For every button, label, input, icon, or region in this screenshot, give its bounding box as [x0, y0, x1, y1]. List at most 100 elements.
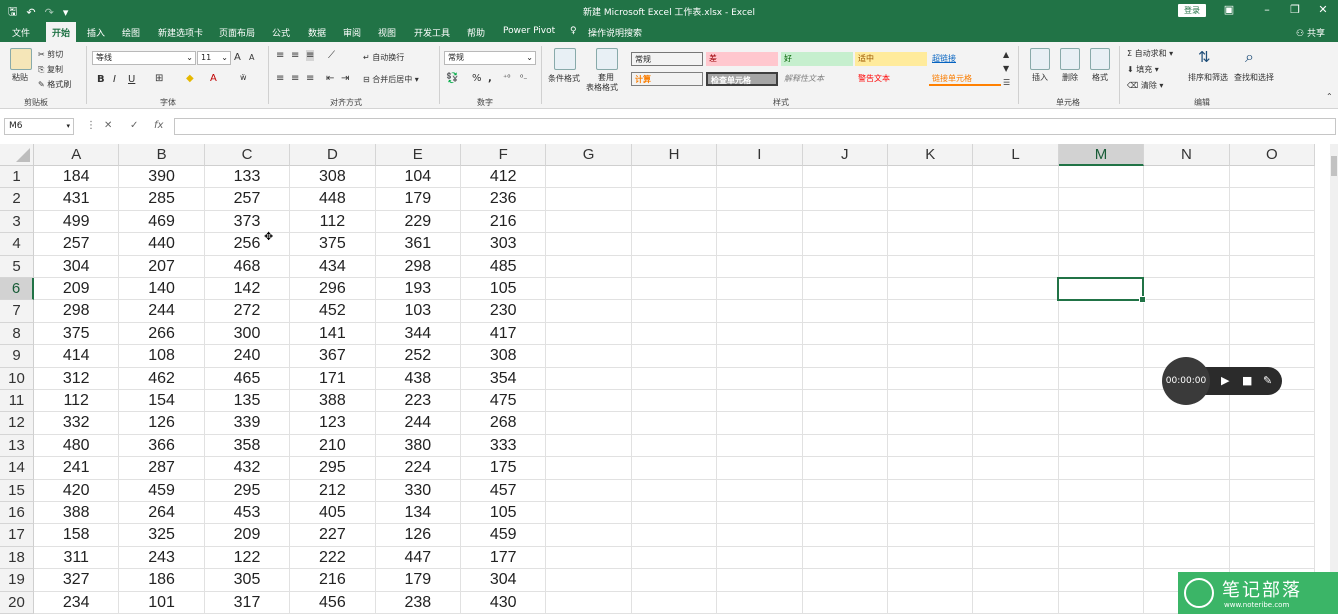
cell-d11[interactable]: 388 [290, 390, 376, 413]
increase-indent-icon[interactable]: ⇥ [341, 73, 349, 84]
cell-e15[interactable]: 330 [375, 479, 461, 502]
sort-filter-icon[interactable]: ⇅ [1198, 48, 1211, 66]
shrink-font-icon[interactable]: A [249, 53, 254, 62]
cell-a18[interactable]: 311 [34, 546, 120, 570]
cell-d8[interactable]: 141 [290, 322, 376, 346]
font-color-icon[interactable]: A [210, 73, 217, 84]
column-header-n[interactable]: N [1144, 144, 1230, 166]
cell-f15[interactable]: 457 [461, 479, 547, 502]
cell-i14[interactable] [717, 457, 803, 480]
cell-g10[interactable] [546, 367, 632, 390]
scrollbar-thumb[interactable] [1331, 156, 1337, 176]
font-size-select[interactable]: 11 ⌄ [197, 51, 231, 65]
cell-n7[interactable] [1144, 300, 1230, 323]
cell-f14[interactable]: 175 [461, 457, 547, 480]
cell-a17[interactable]: 158 [34, 524, 120, 547]
cell-f5[interactable]: 485 [461, 255, 547, 278]
cell-l4[interactable] [973, 233, 1059, 256]
cell-c11[interactable]: 135 [204, 390, 291, 413]
cell-a15[interactable]: 420 [34, 479, 120, 502]
cell-l18[interactable] [973, 546, 1059, 570]
format-cells-icon[interactable] [1090, 48, 1110, 70]
style-calculation[interactable]: 计算 [631, 72, 703, 86]
cell-g13[interactable] [546, 434, 632, 458]
row-header[interactable]: 4 [0, 233, 34, 256]
row-header[interactable]: 15 [0, 479, 34, 502]
cell-c8[interactable]: 300 [204, 322, 291, 346]
cell-k14[interactable] [888, 457, 974, 480]
cell-l1[interactable] [973, 166, 1059, 189]
insert-cells-icon[interactable] [1030, 48, 1050, 70]
cell-a13[interactable]: 480 [34, 434, 120, 458]
cell-m10[interactable] [1058, 367, 1145, 390]
cell-h20[interactable] [631, 591, 718, 614]
cell-j11[interactable] [802, 390, 888, 413]
currency-icon[interactable]: 💱 [446, 73, 458, 84]
cell-b9[interactable]: 108 [119, 345, 205, 368]
cell-f13[interactable]: 333 [461, 434, 547, 458]
cell-f16[interactable]: 105 [461, 502, 547, 525]
cell-k4[interactable] [888, 233, 974, 256]
style-check-cell[interactable]: 检查单元格 [706, 72, 778, 86]
cell-o4[interactable] [1229, 233, 1315, 256]
cell-h16[interactable] [631, 502, 718, 525]
tab-formulas[interactable]: 公式 [272, 26, 290, 39]
cell-g1[interactable] [546, 166, 632, 189]
cell-c15[interactable]: 295 [204, 479, 291, 502]
cell-l14[interactable] [973, 457, 1059, 480]
cell-i7[interactable] [717, 300, 803, 323]
cell-l2[interactable] [973, 188, 1059, 211]
cell-d12[interactable]: 123 [290, 412, 376, 435]
stop-icon[interactable]: ■ [1242, 374, 1252, 387]
tab-draw[interactable]: 绘图 [122, 26, 140, 39]
cell-f20[interactable]: 430 [461, 591, 547, 614]
cell-l17[interactable] [973, 524, 1059, 547]
cell-k20[interactable] [888, 591, 974, 614]
tab-power-pivot[interactable]: Power Pivot [503, 26, 555, 36]
row-header[interactable]: 9 [0, 345, 34, 368]
cell-a8[interactable]: 375 [34, 322, 120, 346]
cell-h15[interactable] [631, 479, 718, 502]
cell-d17[interactable]: 227 [290, 524, 376, 547]
cell-c14[interactable]: 432 [204, 457, 291, 480]
cell-b14[interactable]: 287 [119, 457, 205, 480]
row-header[interactable]: 14 [0, 457, 34, 480]
cell-l11[interactable] [973, 390, 1059, 413]
cell-o15[interactable] [1229, 479, 1315, 502]
cancel-icon[interactable]: ✕ [104, 120, 112, 131]
tab-home[interactable]: 开始 [46, 22, 77, 42]
increase-decimal-icon[interactable]: ⁺⁰ [503, 73, 510, 82]
cell-g9[interactable] [546, 345, 632, 368]
tab-view[interactable]: 视图 [378, 26, 396, 39]
cell-a12[interactable]: 332 [34, 412, 120, 435]
cell-f8[interactable]: 417 [461, 322, 547, 346]
cell-c7[interactable]: 272 [204, 300, 291, 323]
cell-m12[interactable] [1058, 412, 1145, 435]
cell-j15[interactable] [802, 479, 888, 502]
cell-g18[interactable] [546, 546, 632, 570]
delete-cells-label[interactable]: 删除 [1062, 72, 1078, 83]
cell-o3[interactable] [1229, 210, 1315, 234]
cell-k11[interactable] [888, 390, 974, 413]
format-painter-button[interactable]: ✎ 格式刷 [38, 79, 71, 90]
cell-d3[interactable]: 112 [290, 210, 376, 234]
cell-k1[interactable] [888, 166, 974, 189]
cell-m9[interactable] [1058, 345, 1145, 368]
column-header-c[interactable]: C [204, 144, 291, 166]
cell-e20[interactable]: 238 [375, 591, 461, 614]
cell-f2[interactable]: 236 [461, 188, 547, 211]
row-header[interactable]: 17 [0, 524, 34, 547]
cell-i4[interactable] [717, 233, 803, 256]
column-header-b[interactable]: B [119, 144, 205, 166]
cell-b16[interactable]: 264 [119, 502, 205, 525]
cell-d13[interactable]: 210 [290, 434, 376, 458]
cell-b5[interactable]: 207 [119, 255, 205, 278]
cell-b11[interactable]: 154 [119, 390, 205, 413]
cell-c5[interactable]: 468 [204, 255, 291, 278]
cell-g12[interactable] [546, 412, 632, 435]
cell-h19[interactable] [631, 569, 718, 592]
row-header[interactable]: 16 [0, 502, 34, 525]
cell-h5[interactable] [631, 255, 718, 278]
cell-b7[interactable]: 244 [119, 300, 205, 323]
cell-g17[interactable] [546, 524, 632, 547]
